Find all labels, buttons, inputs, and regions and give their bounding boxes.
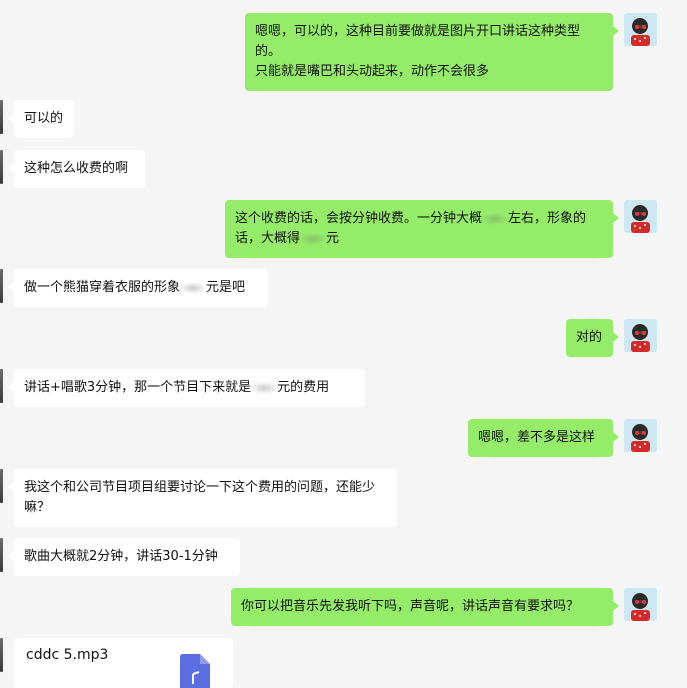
contact-avatar[interactable] xyxy=(0,469,3,503)
message-text: 可以的 xyxy=(24,111,64,126)
my-avatar[interactable] xyxy=(624,13,657,46)
redacted-blur xyxy=(482,212,509,225)
message-bubble-outgoing[interactable]: 你可以把音乐先发我听下吗，声音呢，讲话声音有要求吗？ xyxy=(231,588,619,626)
message-text: 歌曲大概就2分钟，讲话30-1分钟 xyxy=(24,549,218,564)
message-bubble-outgoing[interactable]: 嗯嗯，可以的，这种目前要做就是图片开口讲话这种类型的。 只能就是嘴巴和头动起来，… xyxy=(245,13,619,91)
message-bubble-incoming[interactable]: 讲话+唱歌3分钟，那一个节目下来就是 元的费用 xyxy=(8,369,365,407)
redacted-blur xyxy=(180,281,207,294)
message-bubble-incoming[interactable]: 歌曲大概就2分钟，讲话30-1分钟 xyxy=(8,538,240,576)
message-bubble-incoming[interactable]: 我这个和公司节目项目组要讨论一下这个费用的问题，还能少嘛？ xyxy=(8,469,397,527)
message-text: 嗯嗯，差不多是这样 xyxy=(478,430,596,445)
my-avatar[interactable] xyxy=(624,588,657,621)
message-bubble-incoming[interactable]: 做一个熊猫穿着衣服的形象 元是吧 xyxy=(8,269,268,307)
contact-avatar[interactable] xyxy=(0,369,3,403)
message-text: 讲话+唱歌3分钟，那一个节目下来就是 xyxy=(24,380,252,395)
redacted-blur xyxy=(300,232,327,245)
message-text: 只能就是嘴巴和头动起来，动作不会很多 xyxy=(255,64,490,79)
message-text: 元是吧 xyxy=(206,280,246,295)
redacted-blur xyxy=(251,381,278,394)
contact-avatar[interactable] xyxy=(0,638,3,672)
message-text: 嗯嗯，可以的，这种目前要做就是图片开口讲话这种类型的。 xyxy=(255,24,581,59)
message-text: 这种怎么收费的啊 xyxy=(24,161,129,176)
message-text: 做一个熊猫穿着衣服的形象 xyxy=(24,280,181,295)
message-bubble-outgoing[interactable]: 嗯嗯，差不多是这样 xyxy=(468,419,619,457)
message-text: 我这个和公司节目项目组要讨论一下这个费用的问题，还能少嘛？ xyxy=(24,480,376,515)
message-text: 你可以把音乐先发我听下吗，声音呢，讲话声音有要求吗？ xyxy=(241,599,580,614)
message-bubble-outgoing[interactable]: 对的 xyxy=(566,319,619,357)
message-text: 元 xyxy=(326,231,340,246)
my-avatar[interactable] xyxy=(624,200,657,233)
contact-avatar[interactable] xyxy=(0,269,3,303)
message-text: 对的 xyxy=(576,330,603,345)
message-bubble-incoming[interactable]: 可以的 xyxy=(8,100,74,138)
message-bubble-incoming[interactable]: 这种怎么收费的啊 xyxy=(8,150,145,188)
audio-file-icon xyxy=(180,654,210,688)
message-text: 这个收费的话，会按分钟收费。一分钟大概 xyxy=(235,211,483,226)
contact-avatar[interactable] xyxy=(0,538,3,572)
my-avatar[interactable] xyxy=(624,319,657,352)
my-avatar[interactable] xyxy=(624,419,657,452)
message-text: 元的费用 xyxy=(277,380,330,395)
contact-avatar[interactable] xyxy=(0,100,3,134)
contact-avatar[interactable] xyxy=(0,150,3,184)
message-bubble-outgoing[interactable]: 这个收费的话，会按分钟收费。一分钟大概 左右，形象的话，大概得元 xyxy=(225,200,619,258)
